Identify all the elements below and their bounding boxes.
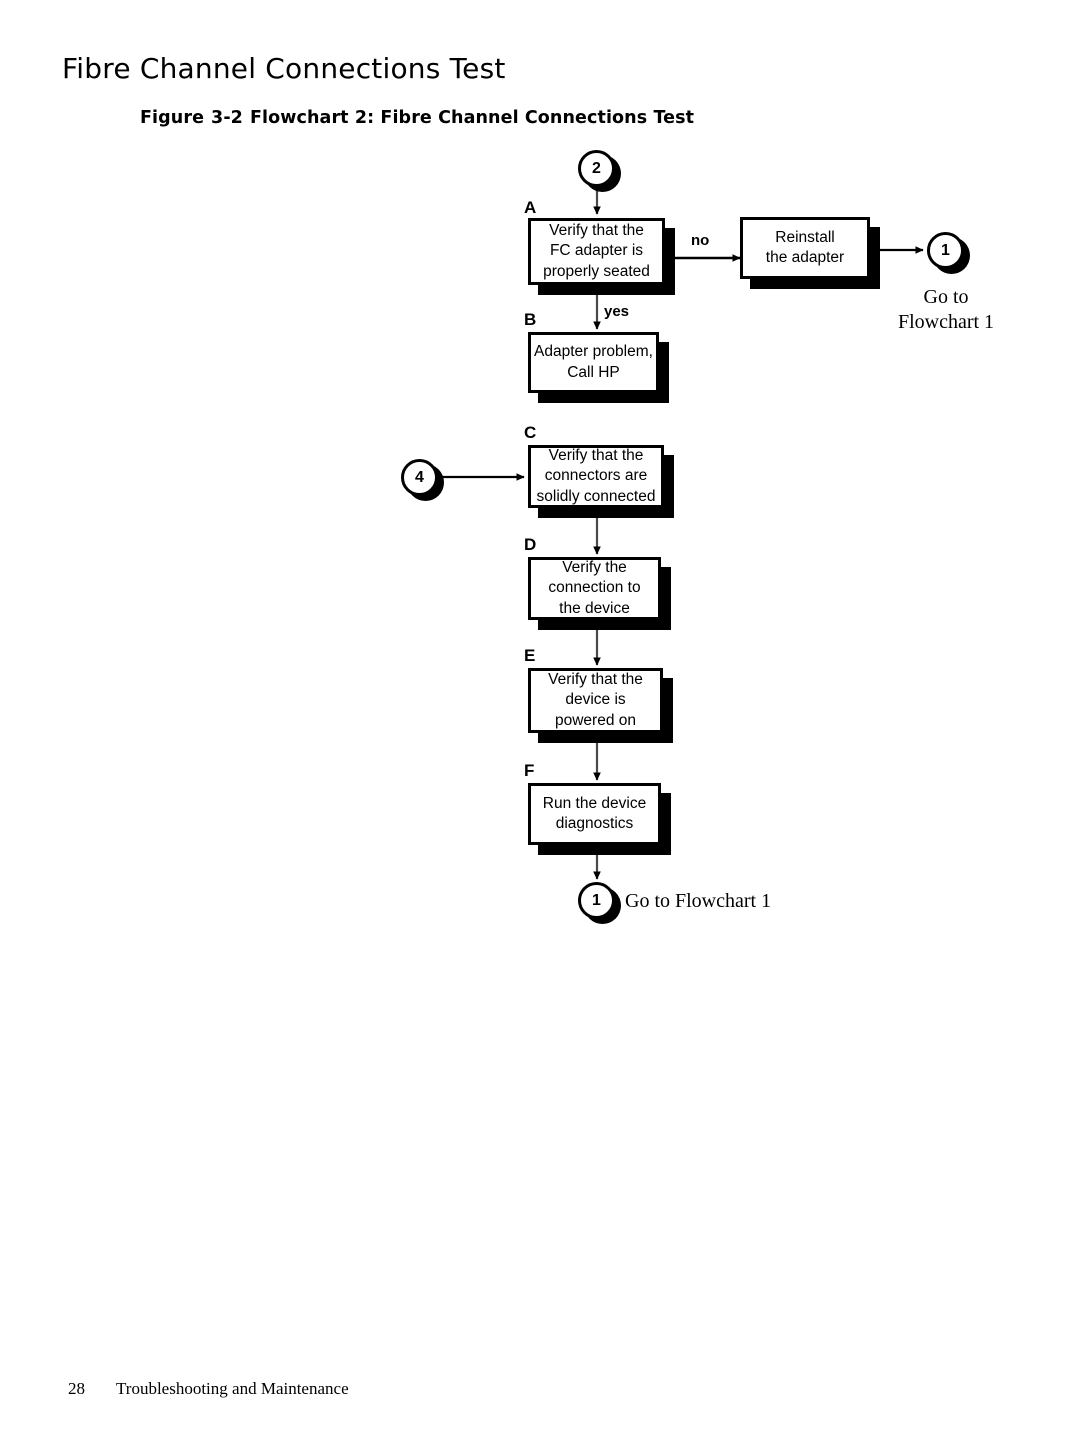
step-letter-a: A [524, 198, 537, 217]
step-letter-d: D [524, 535, 537, 554]
connector-circle-1-bottom[interactable]: 1 [578, 882, 615, 919]
node-b-text: Adapter problem, Call HP [534, 343, 653, 381]
node-c-text: Verify that the connectors are solidly con… [536, 446, 656, 505]
node-box-reinstall[interactable]: Reinstall the adapter [740, 217, 870, 279]
node-box-b[interactable]: Adapter problem, Call HP [528, 332, 659, 393]
node-a-text: Verify that the FC adapter is properly sea… [543, 221, 650, 280]
connector-circle-1-top[interactable]: 1 [927, 232, 964, 269]
node-box-c[interactable]: Verify that the connectors are solidly con… [528, 445, 664, 508]
flowchart-diagram: 2 A Verify that the FC adapter is properly… [0, 0, 1080, 1000]
branch-label-yes: yes [604, 303, 630, 320]
node-box-f[interactable]: Run the device diagnostics [528, 783, 661, 845]
connector-circle-2[interactable]: 2 [578, 150, 615, 187]
goto-caption-top: Go to Flowchart 1 [860, 285, 1032, 335]
step-letter-f: F [524, 761, 535, 780]
step-letter-b: B [524, 310, 537, 329]
connector-circle-4[interactable]: 4 [401, 459, 438, 496]
node-e-text: Verify that the device is powered on [548, 670, 643, 729]
page-footer: 28 Troubleshooting and Maintenance [68, 1379, 349, 1399]
goto-caption-top-line1: Go to [923, 286, 969, 308]
node-reinstall-text: Reinstall the adapter [765, 228, 845, 266]
node-box-a[interactable]: Verify that the FC adapter is properly sea… [528, 218, 665, 285]
goto-caption-bottom: Go to Flowchart 1 [625, 890, 772, 912]
goto-caption-top-line2: Flowchart 1 [897, 311, 995, 333]
branch-label-no: no [691, 232, 710, 249]
node-box-d[interactable]: Verify the connection to the device [528, 557, 661, 620]
node-box-e[interactable]: Verify that the device is powered on [528, 668, 663, 733]
node-d-text: Verify the connection to the device [548, 558, 641, 617]
step-letter-c: C [524, 423, 537, 442]
step-letter-e: E [524, 646, 536, 665]
footer-page-number: 28 [68, 1379, 85, 1398]
footer-section-title: Troubleshooting and Maintenance [116, 1379, 349, 1398]
node-f-text: Run the device diagnostics [542, 794, 647, 832]
